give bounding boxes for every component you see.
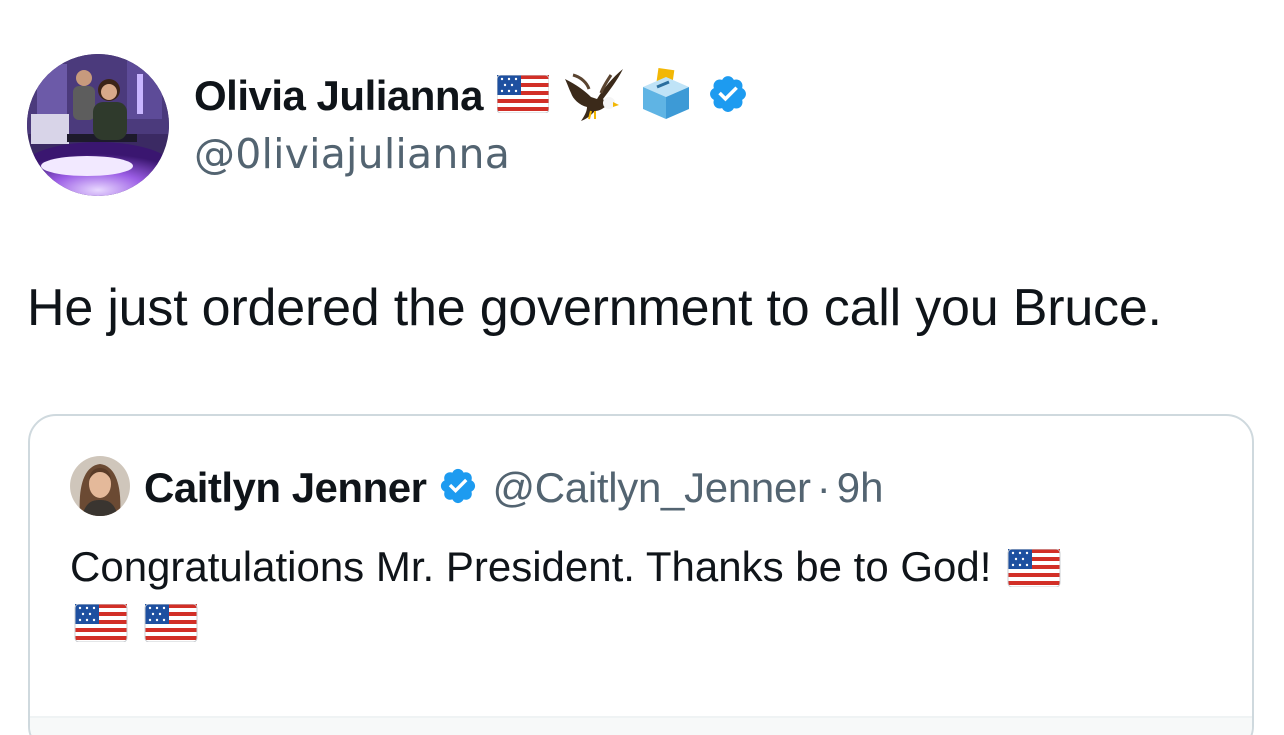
author-name-row: Olivia Julianna [194, 66, 749, 126]
tweet-text: He just ordered the government to call y… [27, 279, 1162, 337]
author-avatar-image [27, 54, 169, 196]
ballot-box-icon [639, 67, 693, 126]
verified-badge-icon [438, 466, 478, 511]
author-avatar[interactable] [27, 54, 169, 196]
us-flag-icon [1007, 544, 1061, 602]
eagle-icon [563, 65, 625, 128]
tweet-view: Olivia Julianna @0liviajulianna He just … [0, 0, 1284, 735]
quoted-tweet-body: Congratulations Mr. President. Thanks be… [70, 538, 1230, 602]
quoted-author-row: Caitlyn Jenner @Caitlyn_Jenner · 9h [144, 458, 883, 518]
quoted-author-display-name[interactable]: Caitlyn Jenner [144, 464, 427, 512]
us-flag-icon [74, 603, 128, 647]
quoted-tweet-text: Congratulations Mr. President. Thanks be… [70, 543, 992, 590]
verified-badge-icon [707, 73, 749, 120]
quoted-author-avatar[interactable] [70, 456, 130, 516]
us-flag-icon [496, 74, 550, 118]
quoted-tweet-emoji-row [74, 603, 198, 647]
quoted-author-handle[interactable]: @Caitlyn_Jenner [492, 464, 811, 512]
author-handle[interactable]: @0liviajulianna [194, 130, 510, 178]
quoted-tweet-timestamp[interactable]: 9h [837, 464, 884, 512]
meta-separator: · [816, 464, 831, 511]
quoted-tweet-footer-divider [30, 716, 1252, 735]
us-flag-icon [144, 603, 198, 647]
quoted-author-avatar-image [70, 456, 130, 516]
author-display-name[interactable]: Olivia Julianna [194, 72, 483, 120]
quoted-tweet-card[interactable]: Caitlyn Jenner @Caitlyn_Jenner · 9h Cong… [28, 414, 1254, 735]
